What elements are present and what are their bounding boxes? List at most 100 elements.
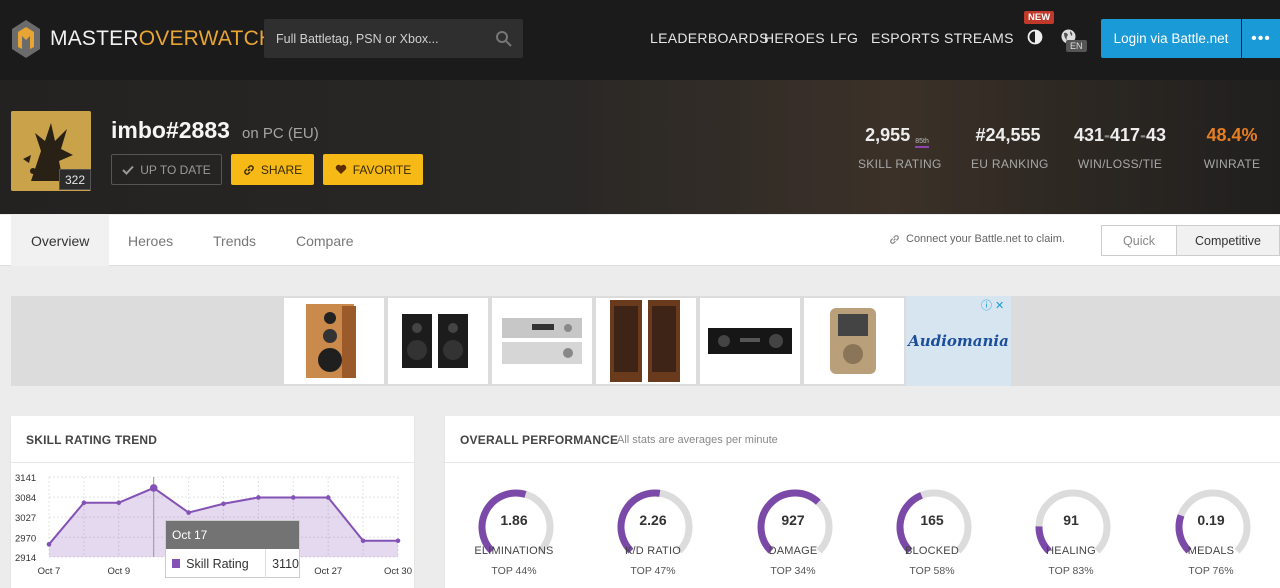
losses-value: 417: [1109, 125, 1141, 145]
logo-text-master: MASTER: [50, 27, 139, 50]
data-point[interactable]: [360, 538, 366, 544]
site-logo[interactable]: MASTEROVERWATCH: [12, 20, 274, 58]
x-tick-label: Oct 27: [314, 566, 342, 577]
tab-heroes[interactable]: Heroes: [128, 215, 173, 266]
stat-eu-ranking: #24,555 EU RANKING: [971, 125, 1048, 171]
nav-lfg[interactable]: LFG: [830, 30, 858, 46]
ad-product-receiver[interactable]: [492, 298, 592, 384]
logo-text: MASTEROVERWATCH: [50, 27, 274, 51]
gauge-label: HEALING: [1046, 545, 1096, 557]
y-tick-label: 3141: [15, 473, 36, 484]
new-badge: NEW: [1024, 11, 1055, 24]
gauge-value: 927: [781, 512, 805, 528]
gauge-top-percent: TOP 83%: [1048, 565, 1094, 577]
nav-streams[interactable]: STREAMS: [944, 30, 1014, 46]
theme-toggle-icon[interactable]: [1027, 29, 1043, 45]
ties-value: 43: [1146, 125, 1167, 145]
ad-product-speakers-black[interactable]: [388, 298, 488, 384]
overall-performance-card: OVERALL PERFORMANCE All stats are averag…: [445, 416, 1280, 588]
ad-product-speaker-wood[interactable]: [284, 298, 384, 384]
link-icon: [890, 234, 899, 244]
gauge-eliminations: 1.86 ELIMINATIONS TOP 44%: [474, 487, 558, 577]
search-input[interactable]: [264, 19, 484, 58]
search-icon[interactable]: [495, 30, 512, 47]
language-selector[interactable]: EN: [1060, 28, 1088, 54]
ad-product-floor-speakers[interactable]: [596, 298, 696, 384]
top-nav: MASTEROVERWATCH LEADERBOARDS HEROES LFG …: [0, 0, 1280, 80]
skill-rating-value: 2,955: [865, 125, 911, 145]
mode-competitive-button[interactable]: Competitive: [1176, 225, 1280, 256]
winrate-label: WINRATE: [1203, 157, 1261, 171]
x-tick-label: Oct 30: [384, 566, 412, 577]
player-level-badge: 322: [59, 169, 91, 190]
data-point[interactable]: [395, 538, 401, 544]
data-point[interactable]: [221, 501, 226, 507]
tooltip-swatch: [172, 559, 181, 568]
more-button[interactable]: •••: [1242, 19, 1280, 58]
stat-winrate: 48.4% WINRATE: [1202, 125, 1262, 171]
data-point[interactable]: [291, 495, 296, 500]
search-box: [264, 19, 523, 58]
skill-rating-label: SKILL RATING: [858, 157, 942, 171]
player-name: imbo#2883: [111, 117, 230, 143]
data-point[interactable]: [81, 500, 87, 506]
data-point[interactable]: [325, 495, 331, 500]
skill-rating-trend-title: SKILL RATING TREND: [26, 433, 158, 447]
gauge-label: MEDALS: [1187, 545, 1235, 557]
overall-performance-subtitle: All stats are averages per minute: [617, 434, 778, 446]
login-button[interactable]: Login via Battle.net: [1101, 19, 1241, 58]
y-tick-label: 2914: [15, 553, 36, 564]
gauge-blocked: 165 BLOCKED TOP 58%: [892, 487, 976, 577]
claim-profile-link[interactable]: Connect your Battle.net to claim.: [889, 233, 1065, 245]
profile-header: 322 imbo#2883 on PC (EU) UP TO DATE SHAR…: [0, 80, 1280, 214]
gauge-top-percent: TOP 34%: [770, 565, 816, 577]
tab-compare[interactable]: Compare: [296, 215, 354, 266]
wins-value: 431: [1073, 125, 1104, 145]
logo-icon: [12, 20, 40, 58]
gauge-label: DAMAGE: [768, 545, 818, 557]
data-point[interactable]: [116, 500, 122, 506]
tab-overview[interactable]: Overview: [11, 215, 110, 266]
gauge-value: 165: [920, 512, 944, 528]
check-icon: [122, 165, 134, 175]
language-code: EN: [1066, 40, 1087, 52]
mode-quick-button[interactable]: Quick: [1101, 225, 1177, 256]
y-tick-label: 3027: [15, 513, 36, 524]
y-tick-label: 3084: [15, 493, 36, 504]
ad-banner[interactable]: Audiomania ⓘ ✕: [11, 296, 1280, 386]
share-button[interactable]: SHARE: [231, 154, 314, 185]
nav-heroes[interactable]: HEROES: [764, 30, 825, 46]
nav-esports[interactable]: ESPORTS: [871, 30, 940, 46]
link-icon: [244, 164, 254, 175]
tab-trends[interactable]: Trends: [213, 215, 256, 266]
data-point[interactable]: [46, 542, 52, 547]
profile-subnav: Overview Heroes Trends Compare Connect y…: [0, 215, 1280, 266]
favorite-button[interactable]: FAVORITE: [323, 154, 423, 185]
gauge-value: 0.19: [1197, 512, 1225, 528]
player-platform: on PC (EU): [242, 125, 319, 142]
win-loss-tie-label: WIN/LOSS/TIE: [1077, 157, 1163, 171]
gauge-value: 2.26: [639, 512, 667, 528]
ad-info-icon[interactable]: ⓘ ✕: [981, 297, 1004, 313]
nav-leaderboards[interactable]: LEADERBOARDS: [650, 30, 769, 46]
ad-product-player[interactable]: [804, 298, 904, 384]
data-point[interactable]: [149, 484, 158, 492]
logo-text-overwatch: OVERWATCH: [138, 27, 275, 50]
gauge-medals: 0.19 MEDALS TOP 76%: [1171, 487, 1255, 577]
heart-icon: [335, 164, 347, 174]
tooltip-label: Skill Rating: [186, 556, 249, 571]
x-tick-label: Oct 9: [107, 566, 130, 577]
data-point[interactable]: [186, 510, 191, 515]
up-to-date-label: UP TO DATE: [140, 162, 211, 177]
skill-rating-percentile: 85th: [915, 138, 929, 148]
ad-product-amplifier[interactable]: [700, 298, 800, 384]
share-label: SHARE: [260, 162, 303, 177]
up-to-date-button[interactable]: UP TO DATE: [111, 154, 222, 185]
gauge-top-percent: TOP 47%: [630, 565, 676, 577]
gauge-label: ELIMINATIONS: [474, 545, 554, 557]
eu-ranking-value: #24,555: [975, 125, 1041, 145]
gauge-value: 1.86: [500, 512, 528, 528]
data-point[interactable]: [256, 495, 261, 500]
gauge-value: 91: [1063, 512, 1079, 528]
tooltip-date: Oct 17: [166, 521, 299, 549]
